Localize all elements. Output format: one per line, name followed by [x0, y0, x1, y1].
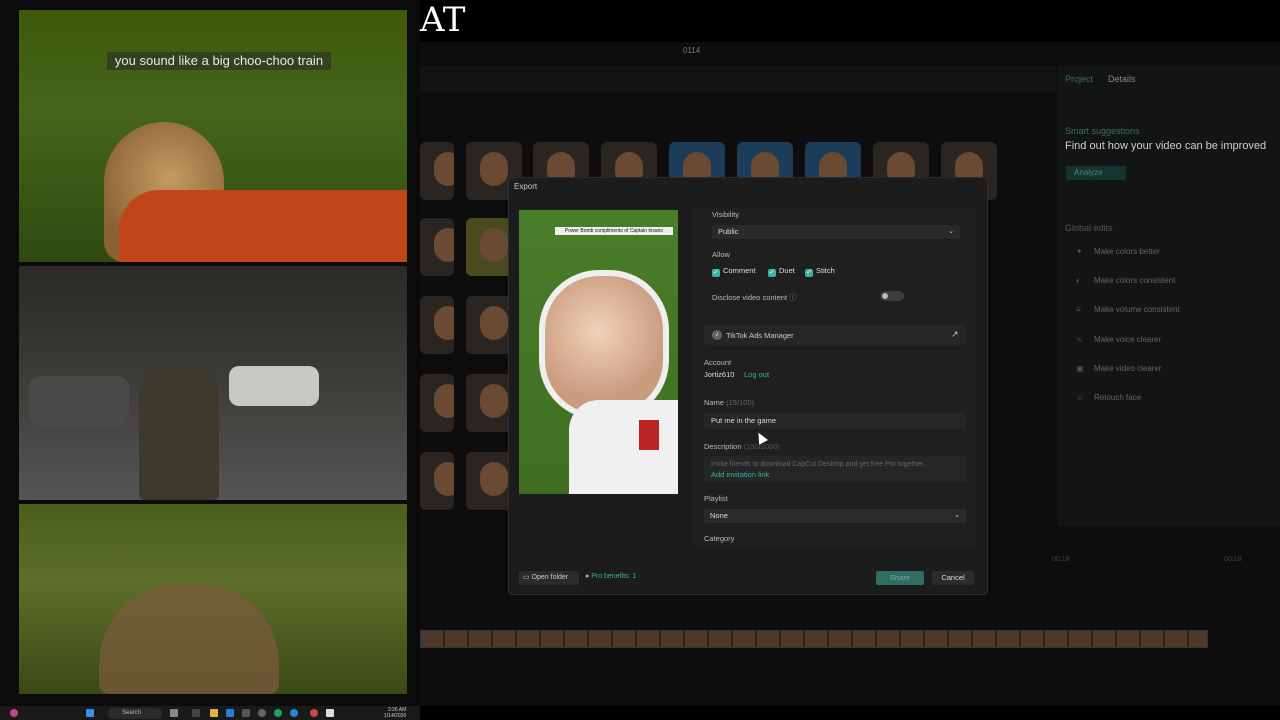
share-button[interactable]: Share — [876, 571, 924, 585]
wand-icon: ✦ — [1076, 247, 1083, 256]
check-icon: ✓ — [768, 269, 776, 277]
description-label: Description (150/2000) — [704, 442, 780, 451]
analyze-button[interactable]: Analyze — [1066, 166, 1126, 180]
find-out-text: Find out how your video can be improved — [1065, 140, 1267, 152]
ads-manager-label: TikTok Ads Manager — [726, 331, 794, 340]
global-edit-item[interactable]: ✦ Make colors better — [1076, 247, 1160, 256]
project-title: 0114 — [683, 46, 701, 55]
media-thumb[interactable] — [420, 142, 454, 200]
stream-panel: you sound like a big choo-choo train — [0, 0, 420, 706]
palette-icon: ◐ — [1076, 276, 1081, 285]
visibility-select[interactable]: Public ⌄ — [712, 225, 960, 239]
jersey-image — [119, 190, 407, 262]
app-icon[interactable] — [258, 709, 266, 717]
global-edit-item[interactable]: ◐ Make colors consistent — [1076, 276, 1175, 285]
video-preview: Power Bomb compliments of Captain insano — [519, 210, 678, 494]
logout-link[interactable]: Log out — [744, 370, 769, 379]
jersey-image — [569, 400, 678, 494]
duet-checkbox[interactable]: ✓ Duet — [768, 266, 795, 277]
tab-details[interactable]: Details — [1108, 74, 1136, 84]
edge-icon[interactable] — [274, 709, 282, 717]
app-icon[interactable] — [10, 709, 18, 717]
browser-icon[interactable] — [290, 709, 298, 717]
global-edit-item[interactable]: ∿ Make voice clearer — [1076, 335, 1161, 344]
global-edit-item[interactable]: ☺ Retouch face — [1076, 393, 1141, 402]
volume-icon: ≡ — [1076, 305, 1081, 314]
allow-label: Allow — [712, 250, 730, 259]
store-icon[interactable] — [226, 709, 234, 717]
video-track[interactable] — [420, 630, 1208, 648]
description-placeholder: Invite friends to download CapCut Deskto… — [711, 461, 926, 468]
pro-benefits[interactable]: ● Pro benefits: 1 — [585, 573, 636, 580]
media-toolbar — [420, 66, 1056, 92]
capcut-icon[interactable] — [326, 709, 334, 717]
taskbar-clock[interactable]: 3:26 AM 1/14/2026 — [384, 707, 406, 719]
dialog-title: Export — [514, 182, 538, 191]
name-input[interactable]: Put me in the game — [704, 413, 966, 429]
add-invitation-link[interactable]: Add invitation link — [711, 470, 769, 479]
chevron-down-icon: ⌄ — [948, 228, 954, 235]
football-clip: you sound like a big choo-choo train — [19, 10, 407, 262]
global-edit-item[interactable]: ≡ Make volume consistent — [1076, 305, 1180, 314]
car-image — [29, 376, 129, 426]
smart-suggestions-label: Smart suggestions — [1065, 126, 1140, 136]
widgets-icon[interactable] — [170, 709, 178, 717]
folder-icon: ▭ — [523, 574, 530, 581]
info-icon[interactable]: ⓘ — [789, 293, 797, 302]
check-icon: ✓ — [712, 269, 720, 277]
media-thumb[interactable] — [420, 452, 454, 510]
media-thumb[interactable] — [420, 296, 454, 354]
account-label: Account — [704, 358, 732, 367]
visibility-label: Visibility — [712, 210, 739, 219]
timeline-tick: 00:16 — [1052, 556, 1070, 563]
taskview-icon[interactable] — [192, 709, 200, 717]
chevron-down-icon: ⌄ — [954, 512, 960, 519]
tiktok-icon: ♪ — [712, 330, 722, 340]
category-label: Category — [704, 534, 735, 543]
soldier-image — [139, 366, 219, 500]
hd-icon: ▣ — [1076, 364, 1084, 373]
playlist-label: Playlist — [704, 494, 728, 503]
open-folder-button[interactable]: ▭ Open folder — [519, 571, 579, 585]
facecam-clip — [19, 504, 407, 694]
external-link-icon[interactable]: ↗ — [951, 329, 959, 340]
hands-image — [99, 584, 279, 694]
export-form — [694, 208, 976, 548]
global-edit-item[interactable]: ▣ Make video clearer — [1076, 364, 1162, 373]
pro-icon: ● — [585, 573, 590, 580]
face-icon: ☺ — [1076, 393, 1085, 402]
name-label: Name (19/100) — [704, 398, 755, 407]
playlist-select[interactable]: None ⌄ — [704, 509, 966, 523]
timeline-tick: 00:18 — [1224, 556, 1242, 563]
windows-start-icon[interactable] — [86, 709, 94, 717]
disclose-toggle[interactable] — [880, 291, 904, 301]
disclose-label: Disclose video content ⓘ — [712, 293, 797, 302]
media-thumb[interactable] — [420, 218, 454, 276]
media-thumb[interactable] — [420, 374, 454, 432]
account-name: Jortiz610 — [704, 370, 735, 379]
app-icon[interactable] — [242, 709, 250, 717]
tab-project[interactable]: Project — [1065, 74, 1093, 84]
obs-icon[interactable] — [310, 709, 318, 717]
cancel-button[interactable]: Cancel — [932, 571, 974, 585]
comment-checkbox[interactable]: ✓ Comment — [712, 266, 756, 277]
jersey-stripe — [639, 420, 659, 450]
taskbar-search[interactable]: Search — [108, 708, 162, 719]
car-image — [229, 366, 319, 406]
stitch-checkbox[interactable]: ✓ Stitch — [805, 266, 835, 277]
check-icon: ✓ — [805, 269, 813, 277]
stream-caption: you sound like a big choo-choo train — [107, 52, 331, 70]
global-edits-label: Global edits — [1065, 223, 1113, 233]
overlay-title: AT — [420, 0, 466, 40]
preview-caption: Power Bomb compliments of Captain insano — [555, 227, 673, 235]
gameplay-clip — [19, 266, 407, 500]
file-explorer-icon[interactable] — [210, 709, 218, 717]
voice-icon: ∿ — [1076, 335, 1083, 344]
helmet-image — [539, 270, 669, 420]
